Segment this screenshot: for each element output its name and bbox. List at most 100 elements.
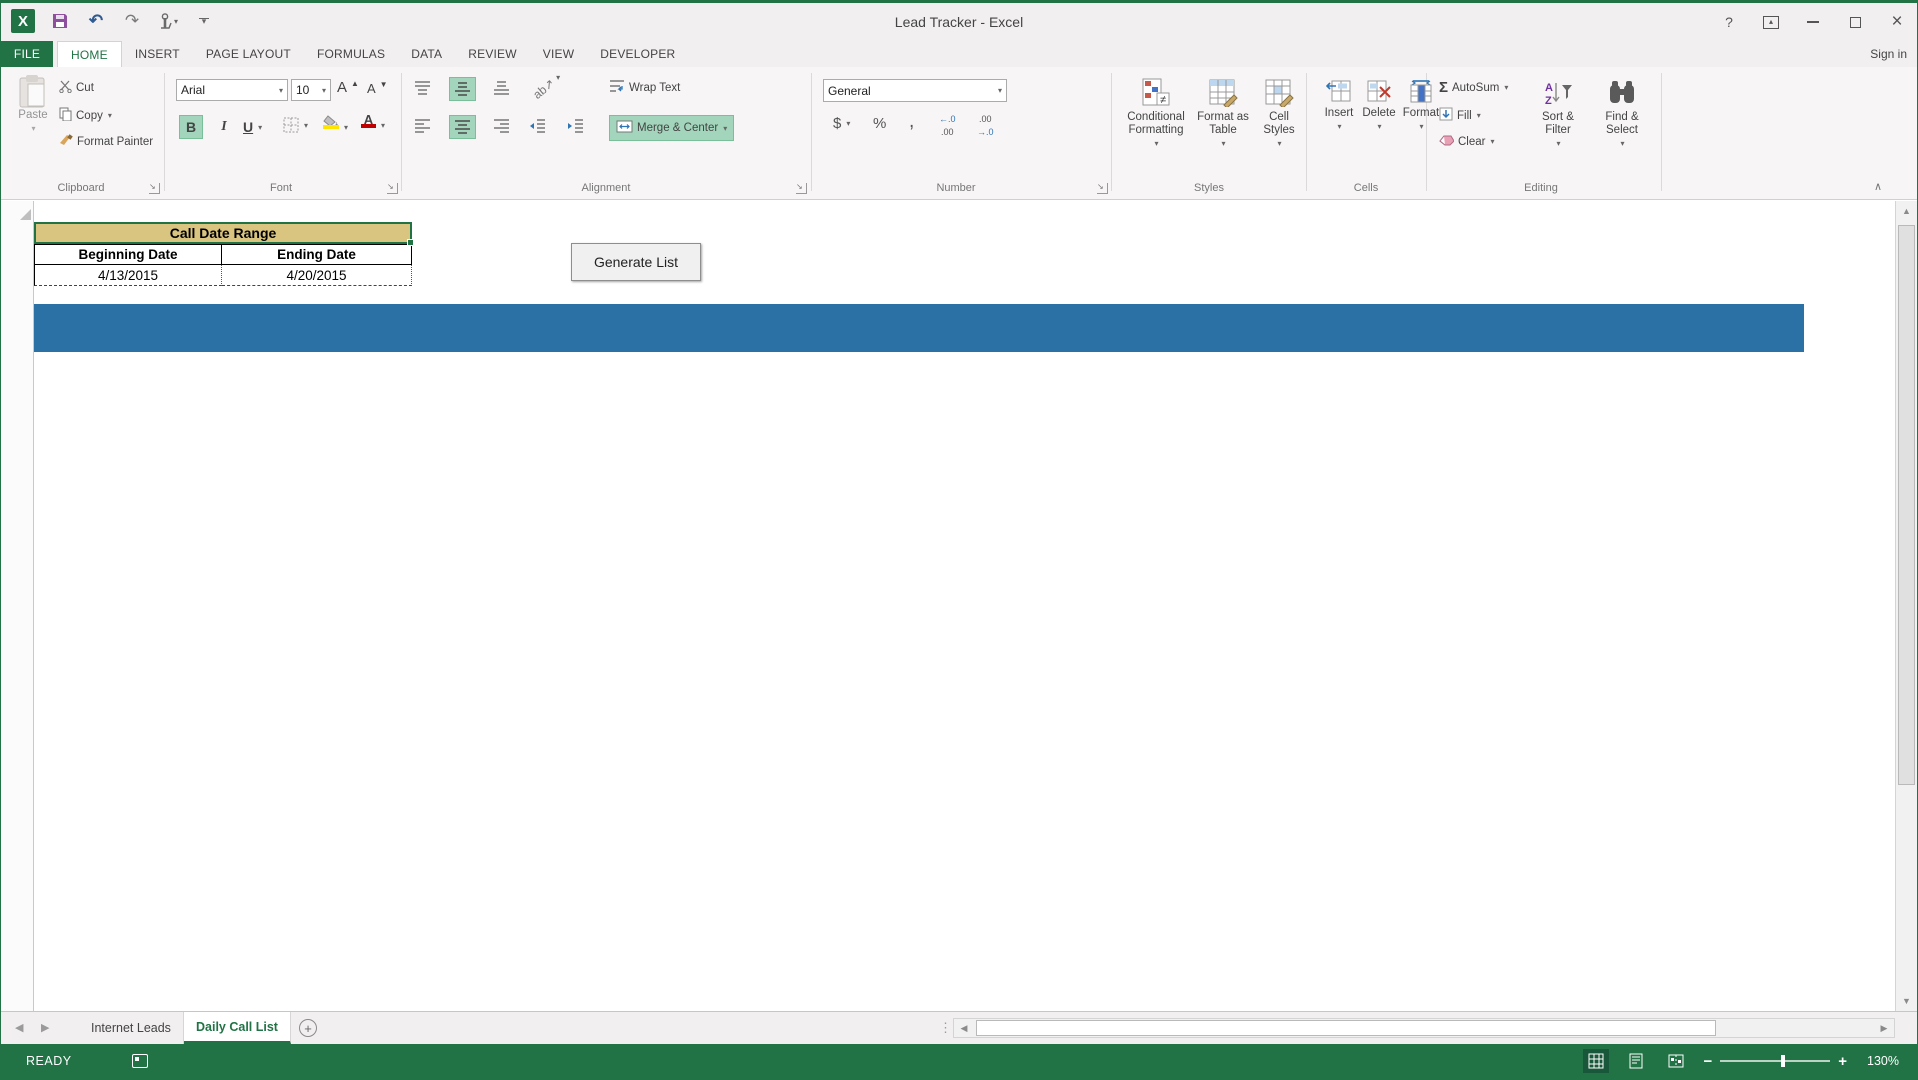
ribbon-tab-view[interactable]: VIEW xyxy=(530,41,587,67)
scroll-left-icon[interactable]: ◀ xyxy=(954,1019,974,1037)
macro-record-icon[interactable] xyxy=(131,1054,148,1068)
format-as-table-button[interactable]: Format as Table ▾ xyxy=(1193,77,1253,150)
italic-button[interactable]: I xyxy=(213,115,235,139)
fill-handle[interactable] xyxy=(407,239,414,246)
underline-button[interactable]: U ▾ xyxy=(243,115,262,139)
alignment-dialog-launcher[interactable]: ↘ xyxy=(796,183,807,194)
merge-center-button[interactable]: Merge & Center ▾ xyxy=(609,115,735,141)
number-dialog-launcher[interactable]: ↘ xyxy=(1097,183,1108,194)
bold-button[interactable]: B xyxy=(179,115,203,139)
cell-styles-button[interactable]: Cell Styles ▾ xyxy=(1255,77,1303,150)
add-sheet-icon[interactable]: + xyxy=(299,1019,317,1037)
align-bottom-icon[interactable] xyxy=(493,81,510,95)
page-layout-view-icon[interactable] xyxy=(1623,1049,1649,1073)
vertical-scroll-thumb[interactable] xyxy=(1898,225,1915,785)
horizontal-scrollbar[interactable]: ◀ ▶ xyxy=(953,1018,1895,1038)
insert-cells-button[interactable]: Insert ▾ xyxy=(1319,79,1359,133)
fill-button[interactable]: Fill ▾ xyxy=(1439,107,1481,124)
decrease-indent-icon[interactable] xyxy=(529,119,546,133)
cells-area[interactable]: Call Date Range Beginning Date Ending Da… xyxy=(34,222,1895,1011)
collapse-ribbon-icon[interactable]: ∧ xyxy=(1874,180,1882,193)
select-all-corner[interactable] xyxy=(1,201,34,222)
font-dialog-launcher[interactable]: ↘ xyxy=(387,183,398,194)
find-select-button[interactable]: Find & Select ▾ xyxy=(1593,79,1651,150)
ribbon-tab-insert[interactable]: INSERT xyxy=(122,41,193,67)
font-name-combo[interactable]: Arial ▾ xyxy=(176,79,288,101)
scroll-down-icon[interactable]: ▼ xyxy=(1896,991,1917,1011)
maximize-icon[interactable] xyxy=(1841,11,1869,33)
increase-indent-icon[interactable] xyxy=(567,119,584,133)
copy-button[interactable]: Copy ▾ xyxy=(59,107,112,124)
sheet-nav-left-icon[interactable]: ◀ xyxy=(15,1021,23,1034)
page-break-view-icon[interactable] xyxy=(1663,1049,1689,1073)
zoom-slider[interactable] xyxy=(1720,1055,1831,1067)
ribbon-tab-developer[interactable]: DEVELOPER xyxy=(587,41,688,67)
beginning-date-value-cell[interactable]: 4/13/2015 xyxy=(34,265,222,286)
ribbon-tab-review[interactable]: REVIEW xyxy=(455,41,530,67)
sign-in-link[interactable]: Sign in xyxy=(1870,47,1907,61)
horizontal-scroll-thumb[interactable] xyxy=(976,1020,1716,1036)
font-size-combo[interactable]: 10 ▾ xyxy=(291,79,331,101)
scroll-up-icon[interactable]: ▲ xyxy=(1896,201,1917,221)
number-format-combo[interactable]: General ▾ xyxy=(823,79,1007,102)
generate-list-button[interactable]: Generate List xyxy=(571,243,701,281)
cut-button[interactable]: Cut xyxy=(59,80,94,96)
tab-scroll-splitter[interactable]: ⋮ xyxy=(939,1020,952,1036)
wrap-text-button[interactable]: Wrap Text xyxy=(609,79,680,96)
delete-cells-button[interactable]: Delete ▾ xyxy=(1359,79,1399,133)
scroll-right-icon[interactable]: ▶ xyxy=(1874,1019,1894,1037)
zoom-level[interactable]: 130% xyxy=(1861,1054,1899,1068)
accounting-format-icon[interactable]: $ ▾ xyxy=(833,115,850,132)
ribbon-display-icon[interactable]: ▴ xyxy=(1757,11,1785,33)
ending-date-value-cell[interactable]: 4/20/2015 xyxy=(222,265,412,286)
decrease-decimal-icon[interactable]: .00 →.0 xyxy=(977,115,994,137)
ribbon-tab-formulas[interactable]: FORMULAS xyxy=(304,41,398,67)
beginning-date-header-cell[interactable]: Beginning Date xyxy=(34,244,222,265)
tab-file[interactable]: FILE xyxy=(1,41,53,67)
paste-button[interactable]: Paste ▾ xyxy=(11,75,55,135)
row-headers xyxy=(1,222,34,1011)
zoom-out-icon[interactable]: − xyxy=(1703,1053,1712,1070)
close-icon[interactable]: × xyxy=(1883,11,1911,33)
decrease-font-icon[interactable]: A ▼ xyxy=(367,80,388,96)
minimize-icon[interactable] xyxy=(1799,11,1827,33)
autosum-button[interactable]: Σ AutoSum ▾ xyxy=(1439,79,1508,96)
clipboard-dialog-launcher[interactable]: ↘ xyxy=(149,183,160,194)
increase-font-icon[interactable]: A ▲ xyxy=(337,79,359,96)
format-cells-button[interactable]: Format ▾ xyxy=(1399,79,1443,133)
borders-icon[interactable]: ▾ xyxy=(283,117,308,133)
zoom-in-icon[interactable]: + xyxy=(1838,1053,1847,1070)
clipboard-group-label: Clipboard xyxy=(57,182,105,194)
ribbon-tab-data[interactable]: DATA xyxy=(398,41,455,67)
sheet-tab-daily-call-list[interactable]: Daily Call List xyxy=(184,1012,291,1044)
align-left-icon[interactable] xyxy=(414,119,431,133)
format-painter-button[interactable]: Format Painter xyxy=(59,134,153,150)
sheet-tab-bar: ◀ ▶ Internet Leads Daily Call List + ⋮ ◀… xyxy=(1,1011,1917,1044)
align-middle-icon[interactable] xyxy=(449,77,476,101)
zoom-slider-thumb[interactable] xyxy=(1780,1055,1785,1067)
orientation-icon[interactable]: ab↗ ▾ xyxy=(530,70,564,101)
ending-date-header-cell[interactable]: Ending Date xyxy=(222,244,412,265)
align-top-icon[interactable] xyxy=(414,81,431,95)
align-center-icon[interactable] xyxy=(449,115,476,139)
vertical-scrollbar[interactable]: ▲ ▼ xyxy=(1895,201,1917,1011)
percent-style-icon[interactable]: % xyxy=(873,115,886,132)
cells-group-label: Cells xyxy=(1353,182,1379,194)
help-icon[interactable]: ? xyxy=(1715,11,1743,33)
sheet-nav-right-icon[interactable]: ▶ xyxy=(41,1021,49,1034)
window-title: Lead Tracker - Excel xyxy=(894,14,1024,30)
normal-view-icon[interactable] xyxy=(1583,1049,1610,1073)
call-date-range-title-cell[interactable]: Call Date Range xyxy=(34,222,414,246)
clear-button[interactable]: Clear ▾ xyxy=(1439,134,1495,149)
sort-filter-button[interactable]: AZ Sort & Filter ▾ xyxy=(1529,79,1587,150)
fill-color-icon[interactable]: ▾ xyxy=(323,115,348,132)
font-color-icon[interactable]: A ▾ xyxy=(361,113,385,130)
comma-style-icon[interactable]: , xyxy=(909,111,914,133)
align-right-icon[interactable] xyxy=(493,119,510,133)
ribbon-tab-home[interactable]: HOME xyxy=(57,41,122,67)
title-bar: X ↶ ↷ ▾ ▾ Lead Tracker - Excel ? ▴ × xyxy=(1,1,1917,41)
ribbon-tab-page-layout[interactable]: PAGE LAYOUT xyxy=(193,41,304,67)
conditional-formatting-button[interactable]: ≠ Conditional Formatting ▾ xyxy=(1123,77,1189,150)
increase-decimal-icon[interactable]: ←.0.00 xyxy=(939,115,956,137)
sheet-tab-internet-leads[interactable]: Internet Leads xyxy=(79,1012,184,1044)
